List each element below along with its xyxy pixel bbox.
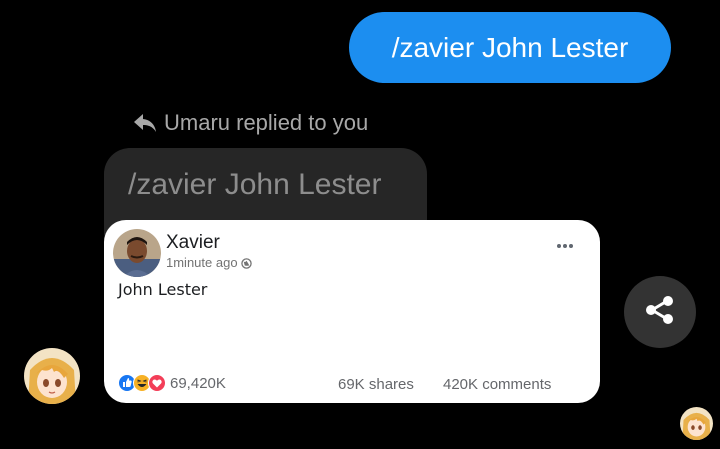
more-horizontal-icon[interactable] — [555, 238, 575, 248]
post-author-name[interactable]: Xavier — [166, 232, 220, 254]
share-icon — [643, 293, 677, 332]
sent-message-text: /zavier John Lester — [391, 31, 629, 63]
reaction-count: 69,420K — [170, 374, 226, 392]
reactions-summary[interactable]: 69,420K — [118, 374, 226, 392]
reply-hint-text: Umaru replied to you — [164, 110, 369, 135]
seen-avatar — [680, 407, 713, 440]
post-meta: 1minute ago — [166, 255, 252, 270]
comments-count[interactable]: 420K comments — [443, 376, 551, 393]
shares-count[interactable]: 69K shares — [338, 376, 414, 393]
sent-message-bubble[interactable]: /zavier John Lester — [349, 12, 671, 83]
quoted-message-text: /zavier John Lester — [128, 168, 382, 201]
sender-avatar[interactable] — [24, 348, 80, 404]
post-card[interactable]: Xavier 1minute ago John Lester 69,420K 6… — [104, 220, 600, 403]
post-body-text: John Lester — [118, 280, 208, 299]
post-footer: 69,420K 69K shares 420K comments — [118, 374, 588, 394]
reply-arrow-icon — [132, 112, 158, 134]
post-time: 1minute ago — [166, 255, 238, 270]
reply-hint: Umaru replied to you — [132, 108, 368, 138]
share-button[interactable] — [624, 276, 696, 348]
post-author-avatar[interactable] — [113, 229, 161, 277]
love-reaction-icon — [148, 374, 166, 392]
globe-icon — [240, 257, 252, 269]
